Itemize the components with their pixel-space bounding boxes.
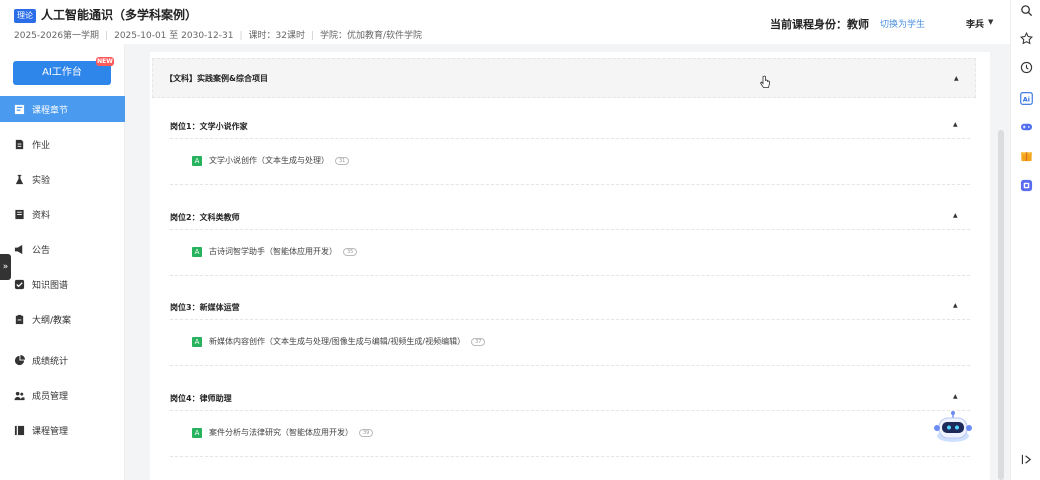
collapse-caret-icon[interactable]: ▲ xyxy=(954,75,959,82)
game-controller-icon[interactable] xyxy=(1019,119,1033,133)
lesson-title: 新媒体内容创作（文本生成与处理/图像生成与编辑/视频生成/视频编辑） 37 xyxy=(209,336,486,347)
hand-cursor-icon xyxy=(759,75,770,88)
lesson-title: 案件分析与法律研究（智能体应用开发） 39 xyxy=(209,427,374,438)
hours-text: 课时：32课时 xyxy=(248,31,305,41)
sidebar-item-homework[interactable]: 作业 xyxy=(0,131,125,157)
date-range-text: 2025-10-01 至 2030-12-31 xyxy=(114,31,234,41)
app-root: 理论 人工智能通识（多学科案例） 2025-2026第一学期 | 2025-10-0… xyxy=(0,0,1040,480)
chapter-panel: 【文科】实践案例&综合项目 ▲ 岗位1：文学小说作家 ▲ A 文学小说创作（文本… xyxy=(150,52,990,480)
sidebar-expand-icon[interactable] xyxy=(1019,452,1033,466)
sidebar-item-chapters[interactable]: 课程章节 xyxy=(0,96,125,122)
sidebar-item-label: 知识图谱 xyxy=(32,280,69,291)
sidebar-item-label: 资料 xyxy=(32,210,51,221)
collapse-caret-icon[interactable]: ▲ xyxy=(953,121,958,128)
chapter-icon xyxy=(14,104,25,115)
lesson-icon: A xyxy=(192,337,202,347)
lesson-icon: A xyxy=(192,428,202,438)
materials-icon xyxy=(14,209,25,220)
job-title: 岗位1：文学小说作家 xyxy=(170,122,248,131)
lesson-icon: A xyxy=(192,156,202,166)
history-icon[interactable] xyxy=(1019,60,1033,74)
star-icon[interactable] xyxy=(1019,31,1033,45)
collapse-caret-icon[interactable]: ▲ xyxy=(953,302,958,309)
job-title: 岗位3：新媒体运营 xyxy=(170,303,240,312)
sidebar-item-announcement[interactable]: 公告 xyxy=(0,236,125,262)
category-title: 【文科】实践案例&综合项目 xyxy=(165,74,268,83)
sidebar: AI工作台 NEW 课程章节 作业 实验 资料 公告 知识图谱 大纲/教案 成绩… xyxy=(0,44,125,480)
job-row[interactable]: 岗位2：文科类教师 ▲ xyxy=(170,200,970,230)
course-title: 人工智能通识（多学科案例） xyxy=(41,8,198,22)
collapse-caret-icon[interactable]: ▲ xyxy=(953,393,958,400)
app-icon[interactable] xyxy=(1019,178,1033,192)
lesson-count-badge: 31 xyxy=(335,156,350,165)
members-icon xyxy=(14,390,25,401)
expand-sidebar-icon[interactable]: » xyxy=(0,254,11,280)
sidebar-item-course-manage[interactable]: 课程管理 xyxy=(0,417,125,443)
lesson-count-badge: 35 xyxy=(343,247,358,256)
job-row[interactable]: 岗位1：文学小说作家 ▲ xyxy=(170,109,970,139)
collapse-caret-icon[interactable]: ▲ xyxy=(953,212,958,219)
term-text: 2025-2026第一学期 xyxy=(14,31,100,41)
sidebar-item-label: 作业 xyxy=(32,140,51,151)
job-row[interactable]: 岗位3：新媒体运营 ▲ xyxy=(170,290,970,320)
sidebar-item-label: 成绩统计 xyxy=(32,356,69,367)
lesson-count-badge: 37 xyxy=(471,337,486,346)
course-manage-icon xyxy=(14,425,25,436)
sidebar-item-label: 课程章节 xyxy=(32,105,69,116)
sidebar-item-label: 实验 xyxy=(32,175,51,186)
sidebar-item-members[interactable]: 成员管理 xyxy=(0,382,125,408)
lesson-title: 文学小说创作（文本生成与处理） 31 xyxy=(209,155,350,166)
college-text: 学院：优加教育/软件学院 xyxy=(320,31,423,41)
sidebar-item-grades[interactable]: 成绩统计 xyxy=(0,347,125,373)
vertical-scrollbar[interactable] xyxy=(998,130,1004,480)
new-badge: NEW xyxy=(96,57,114,66)
category-header[interactable]: 【文科】实践案例&综合项目 ▲ xyxy=(152,58,976,98)
right-toolbar: Ai xyxy=(1010,0,1040,480)
sidebar-item-label: 公告 xyxy=(32,245,51,256)
search-icon[interactable] xyxy=(1019,3,1033,17)
lesson-title: 古诗词智学助手（智能体应用开发） 35 xyxy=(209,246,358,257)
sidebar-item-label: 大纲/教案 xyxy=(32,315,72,326)
lesson-row[interactable]: A 文学小说创作（文本生成与处理） 31 xyxy=(170,139,970,185)
lesson-row[interactable]: A 案件分析与法律研究（智能体应用开发） 39 xyxy=(170,411,970,457)
lesson-count-badge: 39 xyxy=(359,428,374,437)
sidebar-item-materials[interactable]: 资料 xyxy=(0,201,125,227)
job-row[interactable]: 岗位4：律师助理 ▲ xyxy=(170,381,970,411)
announcement-icon xyxy=(14,244,25,255)
ai-assistant-robot-icon[interactable] xyxy=(932,410,974,444)
user-menu[interactable]: 李兵 xyxy=(966,17,984,30)
lesson-icon: A xyxy=(192,247,202,257)
main-content: 【文科】实践案例&综合项目 ▲ 岗位1：文学小说作家 ▲ A 文学小说创作（文本… xyxy=(125,44,1010,480)
sidebar-item-label: 成员管理 xyxy=(32,391,69,402)
svg-text:Ai: Ai xyxy=(1022,95,1029,103)
ai-icon[interactable]: Ai xyxy=(1019,91,1033,105)
lesson-row[interactable]: A 新媒体内容创作（文本生成与处理/图像生成与编辑/视频生成/视频编辑） 37 xyxy=(170,320,970,366)
gift-box-icon[interactable] xyxy=(1019,148,1033,162)
syllabus-icon xyxy=(14,314,25,325)
sidebar-item-experiment[interactable]: 实验 xyxy=(0,166,125,192)
job-title: 岗位4：律师助理 xyxy=(170,394,232,403)
experiment-icon xyxy=(14,174,25,185)
course-type-badge: 理论 xyxy=(14,9,36,23)
sidebar-item-knowledge-graph[interactable]: 知识图谱 xyxy=(0,271,125,297)
caret-down-icon[interactable]: ▼ xyxy=(988,18,993,26)
sidebar-item-label: 课程管理 xyxy=(32,426,69,437)
course-meta: 2025-2026第一学期 | 2025-10-01 至 2030-12-31 | 课时… xyxy=(14,31,423,41)
lesson-row[interactable]: A 古诗词智学助手（智能体应用开发） 35 xyxy=(170,230,970,276)
knowledge-graph-icon xyxy=(14,279,25,290)
homework-icon xyxy=(14,139,25,150)
current-identity: 当前课程身份：教师 xyxy=(770,18,869,31)
job-title: 岗位2：文科类教师 xyxy=(170,213,240,222)
course-header: 理论 人工智能通识（多学科案例） 2025-2026第一学期 | 2025-10-0… xyxy=(0,0,1010,44)
switch-role-link[interactable]: 切换为学生 xyxy=(880,17,925,30)
sidebar-item-syllabus[interactable]: 大纲/教案 xyxy=(0,306,125,332)
grades-chart-icon xyxy=(14,354,25,366)
